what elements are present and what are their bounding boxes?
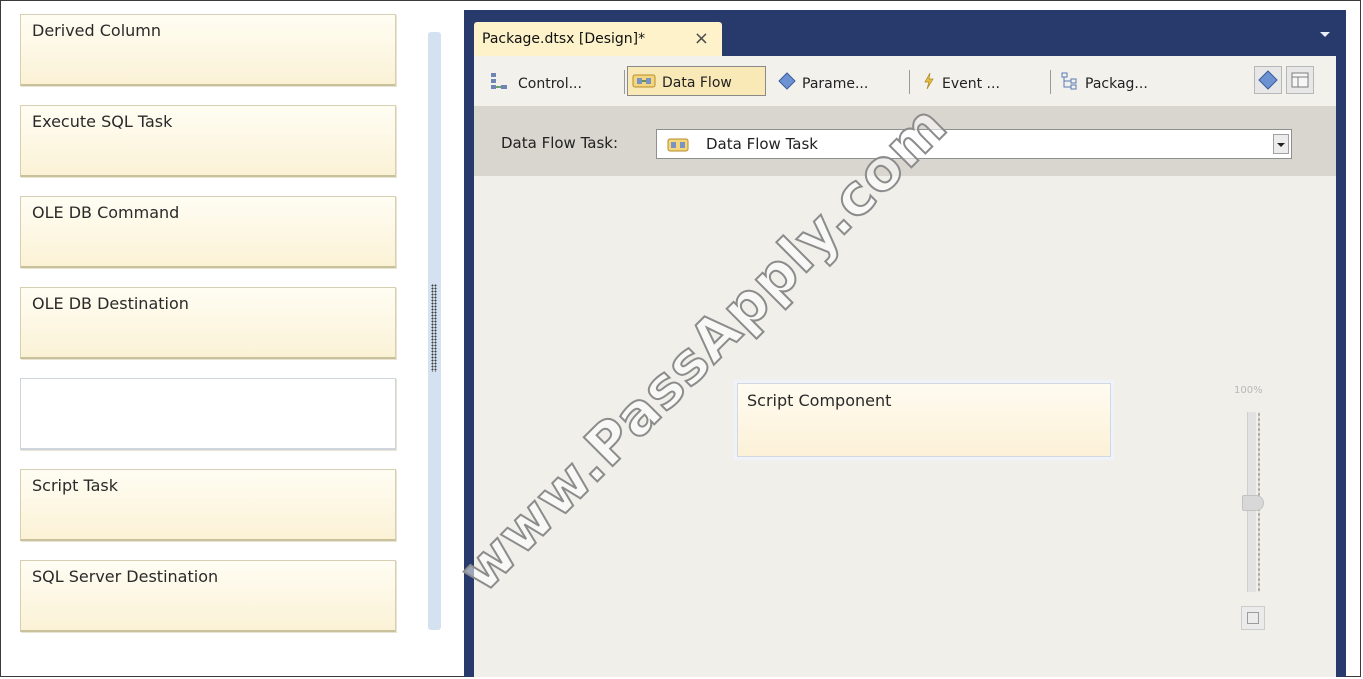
tab-divider bbox=[624, 70, 625, 94]
document-tab-title: Package.dtsx [Design]* bbox=[482, 31, 646, 47]
tab-divider bbox=[909, 70, 910, 94]
tab-control-flow[interactable]: Control... bbox=[486, 66, 586, 96]
option-label: Execute SQL Task bbox=[32, 112, 173, 131]
parameters-icon bbox=[778, 72, 796, 94]
tab-event-handlers[interactable]: Event ... bbox=[918, 66, 1004, 96]
zoom-slider-thumb[interactable] bbox=[1242, 495, 1264, 511]
tab-label: Control... bbox=[518, 76, 582, 92]
tab-parameters[interactable]: Parame... bbox=[774, 66, 872, 96]
option-ole-db-command[interactable]: OLE DB Command bbox=[20, 196, 396, 268]
close-icon[interactable]: × bbox=[694, 28, 709, 49]
diamond-icon bbox=[1258, 70, 1278, 90]
data-flow-task-label: Data Flow Task: bbox=[501, 134, 619, 152]
tab-label: Event ... bbox=[942, 76, 1000, 92]
zoom-slider[interactable] bbox=[1240, 412, 1264, 592]
script-component-label: Script Component bbox=[747, 391, 892, 410]
event-handlers-icon bbox=[922, 72, 936, 94]
document-tab[interactable]: Package.dtsx [Design]* × bbox=[474, 22, 722, 56]
data-flow-icon bbox=[632, 73, 656, 93]
data-flow-task-bar: Data Flow Task: Data Flow Task bbox=[474, 106, 1336, 177]
tab-package-explorer[interactable]: Packag... bbox=[1057, 66, 1152, 96]
data-flow-task-selected-value: Data Flow Task bbox=[706, 135, 818, 153]
splitter-grip-icon[interactable] bbox=[431, 284, 437, 372]
option-label: Derived Column bbox=[32, 21, 162, 40]
option-label: OLE DB Destination bbox=[32, 294, 189, 313]
chevron-down-icon[interactable] bbox=[1273, 134, 1289, 154]
tab-data-flow[interactable]: Data Flow bbox=[627, 66, 766, 96]
option-execute-sql-task[interactable]: Execute SQL Task bbox=[20, 105, 396, 177]
option-label: Script Task bbox=[32, 476, 119, 495]
package-explorer-icon bbox=[1061, 72, 1079, 94]
grid-window-icon bbox=[1291, 72, 1309, 88]
tab-label: Data Flow bbox=[662, 75, 732, 91]
option-ole-db-destination[interactable]: OLE DB Destination bbox=[20, 287, 396, 359]
splitter-bar[interactable] bbox=[428, 32, 441, 630]
control-flow-icon bbox=[490, 72, 512, 94]
script-component-box[interactable]: Script Component bbox=[737, 383, 1111, 457]
zoom-level-label: 100% bbox=[1234, 385, 1263, 396]
option-script-task[interactable]: Script Task bbox=[20, 469, 396, 541]
tab-divider bbox=[1050, 70, 1051, 94]
data-flow-icon bbox=[667, 137, 689, 157]
toolbar-variables-button[interactable] bbox=[1286, 66, 1314, 94]
option-label: OLE DB Command bbox=[32, 203, 180, 222]
designer-tab-bar: Control... Data Flow Parame... Event ...… bbox=[474, 56, 1336, 106]
option-derived-column[interactable]: Derived Column bbox=[20, 14, 396, 86]
zoom-to-fit-button[interactable] bbox=[1241, 606, 1265, 630]
data-flow-task-select[interactable]: Data Flow Task bbox=[656, 129, 1292, 159]
toolbar-parameters-button[interactable] bbox=[1254, 66, 1282, 94]
tab-label: Packag... bbox=[1085, 76, 1148, 92]
option-empty-slot[interactable] bbox=[20, 378, 396, 450]
tab-label: Parame... bbox=[802, 76, 869, 92]
option-label: SQL Server Destination bbox=[32, 567, 219, 586]
data-flow-canvas[interactable]: Script Component 100% bbox=[474, 176, 1336, 677]
option-sql-server-destination[interactable]: SQL Server Destination bbox=[20, 560, 396, 632]
ssis-designer-window: Package.dtsx [Design]* × Control... Data… bbox=[464, 10, 1346, 677]
window-menu-chevron-down-icon[interactable] bbox=[1320, 32, 1330, 37]
